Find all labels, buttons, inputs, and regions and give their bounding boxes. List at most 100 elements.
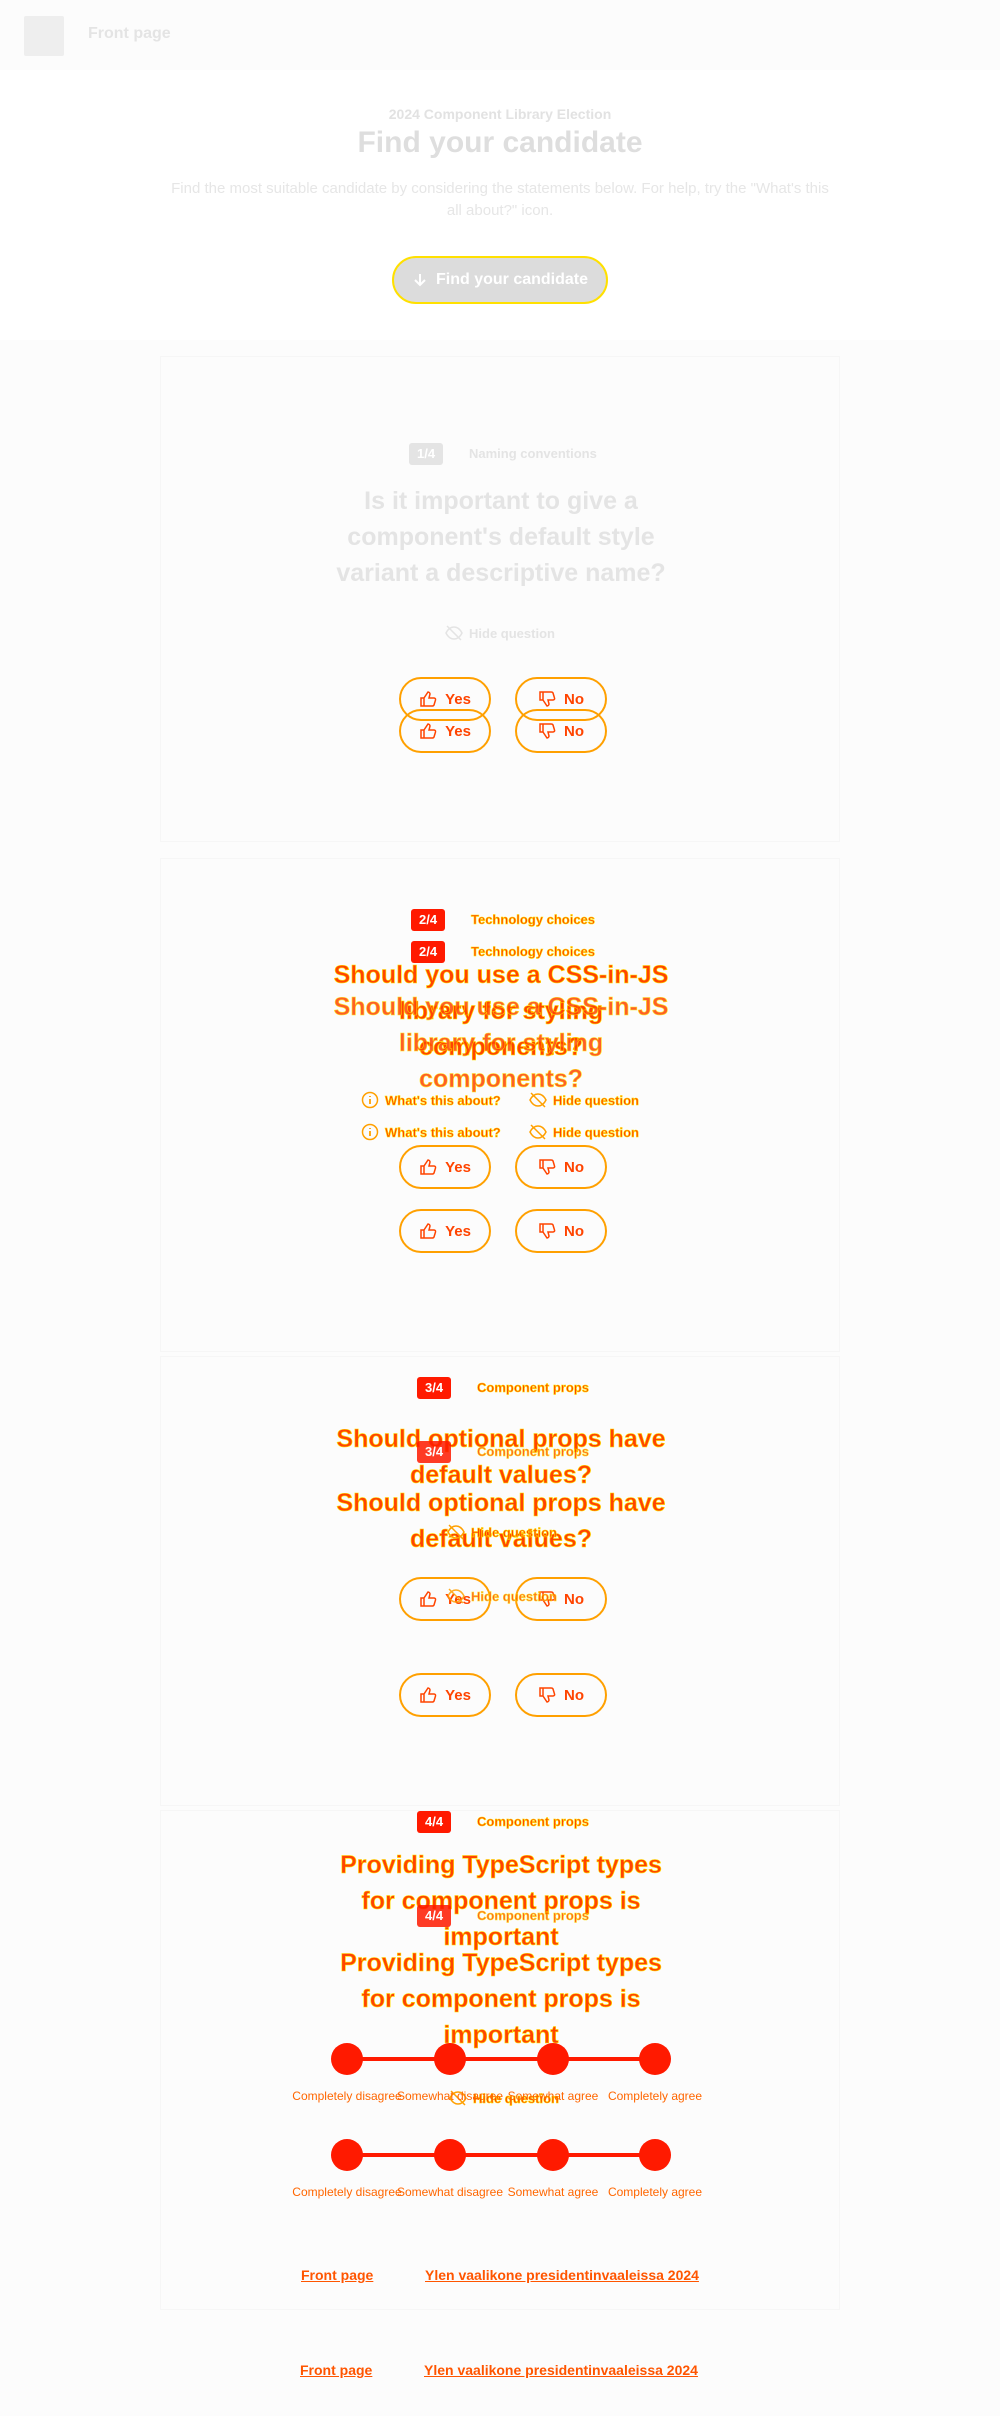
agreement-scale-track (347, 2057, 655, 2061)
question-badge: 4/4 (417, 1811, 452, 1833)
no-button[interactable]: No (515, 1145, 607, 1189)
question-card-4: 4/4 Component props Providing TypeScript… (160, 1810, 840, 2310)
hide-question-button[interactable]: Hide question (447, 1587, 557, 1605)
thumbs-down-icon (539, 1223, 556, 1239)
find-candidate-button[interactable]: Find your candidate (392, 256, 608, 304)
hide-question-button[interactable]: Hide question (529, 1091, 639, 1109)
election-eyebrow: 2024 Component Library Election (388, 106, 612, 122)
no-label: No (564, 1222, 584, 1240)
scale-option-somewhat-disagree[interactable] (434, 2043, 466, 2075)
question-category: Component props (477, 1814, 590, 1830)
yes-label: Yes (445, 1222, 471, 1240)
hide-question-button[interactable]: Hide question (445, 624, 555, 642)
yes-button[interactable]: Yes (399, 1673, 491, 1717)
question-category: Component props (477, 1908, 590, 1924)
scale-option-somewhat-agree[interactable] (537, 2139, 569, 2171)
hide-question-label: Hide question (553, 1124, 640, 1140)
yes-label: Yes (445, 1158, 471, 1176)
scale-option-somewhat-agree[interactable] (537, 2043, 569, 2075)
yes-button[interactable]: Yes (399, 709, 491, 753)
thumbs-down-icon (539, 691, 556, 707)
arrow-down-icon (414, 274, 426, 287)
question-text: Providing TypeScript types for component… (340, 1851, 662, 1952)
hide-question-label: Hide question (553, 1092, 640, 1108)
scale-label: Completely agree (607, 2185, 703, 2199)
find-candidate-button-label: Find your candidate (435, 271, 588, 288)
info-icon (361, 1091, 379, 1109)
question-card-2: 2/4 Technology choices 2/4 Technology ch… (160, 858, 840, 1352)
hide-question-button[interactable]: Hide question (447, 1523, 557, 1541)
thumbs-down-icon (539, 723, 556, 739)
scale-label: Completely disagree (292, 2089, 402, 2103)
front-page-link[interactable]: Front page (88, 25, 171, 43)
thumbs-up-icon (420, 1159, 437, 1175)
question-badge: 4/4 (417, 1905, 452, 1927)
yes-label: Yes (445, 1686, 471, 1704)
thumbs-down-icon (539, 1687, 556, 1703)
question-badge: 3/4 (417, 1441, 452, 1463)
thumbs-up-icon (420, 723, 437, 739)
no-button[interactable]: No (515, 1209, 607, 1253)
logo[interactable] (24, 16, 64, 56)
no-button[interactable]: No (515, 1673, 607, 1717)
hero-section: 2024 Component Library Election Find you… (0, 70, 1000, 340)
hide-question-label: Hide question (471, 1588, 558, 1604)
whats-this-button[interactable]: What's this about? (361, 1091, 501, 1109)
question-text: Providing TypeScript types for component… (340, 1949, 662, 2050)
scale-option-completely-agree[interactable] (639, 2139, 671, 2171)
thumbs-up-icon (420, 1687, 437, 1703)
question-card-3: 3/4 Component props Should optional prop… (160, 1356, 840, 1806)
eye-off-icon (447, 1524, 465, 1540)
question-category: Component props (477, 1444, 590, 1460)
eye-off-icon (445, 625, 463, 641)
question-text: Should optional props have default value… (336, 1489, 666, 1554)
no-label: No (564, 722, 584, 740)
no-label: No (564, 1158, 584, 1176)
footer-yle-link[interactable]: Ylen vaalikone presidentinvaaleissa 2024 (424, 2362, 698, 2378)
question-badge: 2/4 (411, 909, 446, 931)
whats-this-label: What's this about? (385, 1124, 501, 1140)
hero-description: Find the most suitable candidate by cons… (171, 180, 829, 219)
scale-option-completely-agree[interactable] (639, 2043, 671, 2075)
eye-off-icon (529, 1092, 547, 1108)
page: Front page 2024 Component Library Electi… (0, 0, 1000, 2416)
question-badge: 1/4 (409, 443, 444, 465)
whats-this-button[interactable]: What's this about? (361, 1123, 501, 1141)
thumbs-up-icon (420, 691, 437, 707)
no-label: No (564, 1590, 584, 1608)
yes-label: Yes (445, 722, 471, 740)
scale-option-somewhat-disagree[interactable] (434, 2139, 466, 2171)
thumbs-down-icon (539, 1159, 556, 1175)
yes-button[interactable]: Yes (399, 1145, 491, 1189)
thumbs-up-icon (420, 1223, 437, 1239)
scale-option-completely-disagree[interactable] (331, 2043, 363, 2075)
no-label: No (564, 1686, 584, 1704)
whats-this-label: What's this about? (385, 1092, 501, 1108)
no-label: No (564, 690, 584, 708)
thumbs-up-icon (420, 1591, 437, 1607)
footer-front-page-link[interactable]: Front page (301, 2267, 373, 2283)
question-text: Should you use a CSS-in-JS library for s… (333, 993, 669, 1094)
eye-off-icon (529, 1124, 547, 1140)
yes-button[interactable]: Yes (399, 1209, 491, 1253)
footer-front-page-link[interactable]: Front page (300, 2362, 372, 2378)
scale-label: Somewhat disagree (396, 2089, 504, 2103)
question-category: Component props (477, 1380, 590, 1396)
agreement-scale-track (347, 2153, 655, 2157)
eye-off-icon (447, 1588, 465, 1604)
no-button[interactable]: No (515, 709, 607, 753)
page-title: Find your candidate (357, 126, 643, 159)
yes-label: Yes (445, 690, 471, 708)
footer: Front page Ylen vaalikone presidentinvaa… (0, 2320, 1000, 2416)
hide-question-label: Hide question (469, 625, 555, 641)
footer-yle-link[interactable]: Ylen vaalikone presidentinvaaleissa 2024 (425, 2267, 699, 2283)
scale-option-completely-disagree[interactable] (331, 2139, 363, 2171)
question-category: Naming conventions (469, 446, 597, 461)
question-text: Is it important to give a component's de… (336, 487, 666, 587)
hide-question-button[interactable]: Hide question (529, 1123, 639, 1141)
top-bar: Front page (0, 0, 1000, 70)
info-icon (361, 1123, 379, 1141)
scale-label: Completely agree (607, 2089, 703, 2103)
question-category: Technology choices (471, 912, 596, 928)
scale-label: Somewhat disagree (396, 2185, 504, 2199)
